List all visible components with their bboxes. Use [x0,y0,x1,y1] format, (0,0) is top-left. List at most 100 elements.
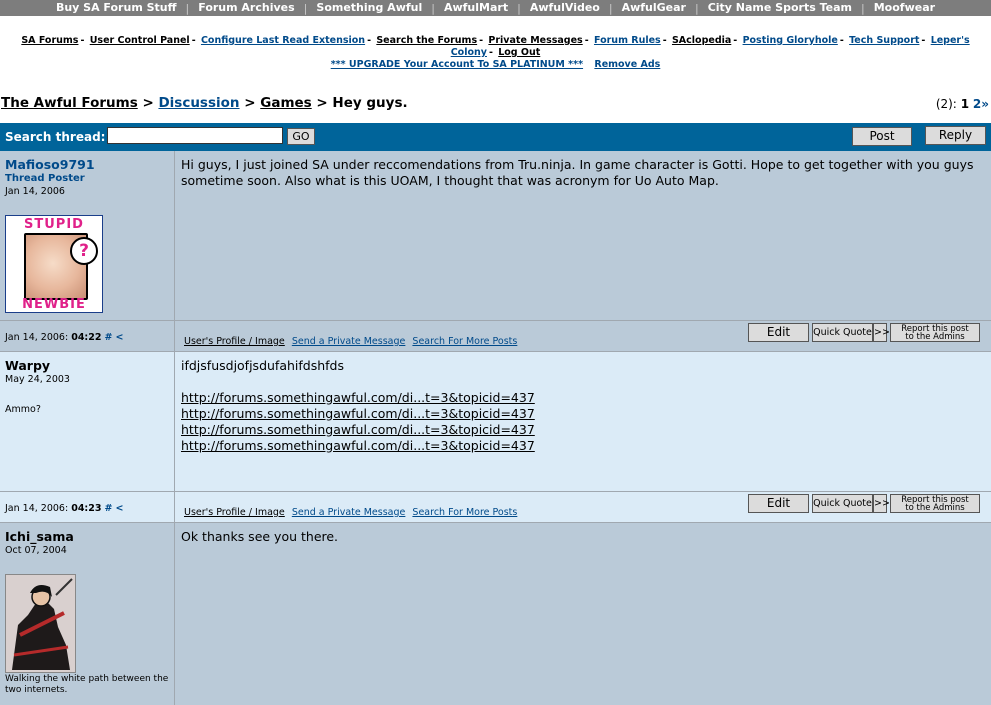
top-nav: Buy SA Forum Stuff | Forum Archives | Some… [0,0,991,16]
search-thread-label: Search thread: [5,130,106,144]
quick-quote-button[interactable]: Quick Quote [812,323,873,342]
post-body: ifdjsfusdjofjsdufahifdshfds http://forum… [181,358,976,454]
subnav-posting-gloryhole[interactable]: Posting Gloryhole [743,35,838,46]
send-pm-link[interactable]: Send a Private Message [292,507,406,518]
breadcrumb-discussion[interactable]: Discussion [158,95,239,111]
report-label-2: to the Admins [905,503,965,513]
breadcrumb-awful-forums[interactable]: The Awful Forums [1,95,138,111]
edit-button[interactable]: Edit [748,494,809,513]
samurai-icon [6,575,75,672]
thread-toolbar: Search thread: GO Post Reply [0,123,991,151]
subnav-upgrade-platinum[interactable]: *** UPGRADE Your Account To SA PLATINUM … [331,59,583,70]
page-2-link[interactable]: 2 [973,97,981,111]
post-date: Jan 14, 2006: 04:23 # < [5,503,123,514]
subnav-sa-forums[interactable]: SA Forums [21,35,78,46]
breadcrumb-sep: > [316,95,328,111]
subnav-user-control-panel[interactable]: User Control Panel [90,35,190,46]
post-time: 04:22 [71,332,102,343]
post-body: Hi guys, I just joined SA under reccomen… [181,157,974,188]
username[interactable]: Ichi_sama [5,529,74,544]
post-link[interactable]: http://forums.somethingawful.com/di...t=… [181,438,976,454]
post-date-text: Jan 14, 2006: [5,503,69,514]
post-body-cell: Ok thanks see you there. [176,523,991,705]
quick-quote-button[interactable]: Quick Quote [812,494,873,513]
nav-something-awful[interactable]: Something Awful [307,1,431,15]
avatar: STUPID ? NEWBIE [5,215,103,313]
post-body-cell: ifdjsfusdjofjsdufahifdshfds http://forum… [176,352,991,492]
search-thread-input[interactable] [107,127,283,144]
post-back-link[interactable]: < [115,332,123,343]
username[interactable]: Mafioso9791 [5,157,95,172]
post-link[interactable]: http://forums.somethingawful.com/di...t=… [181,406,976,422]
thread-title: Hey guys. [332,95,408,111]
post-links: User's Profile / Image Send a Private Me… [184,507,521,518]
page-count: (2): [935,97,957,111]
join-date: Oct 07, 2004 [5,545,67,556]
subnav-private-messages[interactable]: Private Messages [488,35,582,46]
nav-moofwear[interactable]: Moofwear [865,1,944,15]
post-user-cell: Ichi_sama Oct 07, 2004 Walking the white… [0,523,175,705]
pagination: (2): 1 2» [936,97,989,111]
breadcrumb-sep: > [244,95,256,111]
search-more-posts-link[interactable]: Search For More Posts [412,507,517,518]
post: Mafioso9791 Thread Poster Jan 14, 2006 S… [0,151,991,351]
nav-buy-sa-forum-stuff[interactable]: Buy SA Forum Stuff [47,1,186,15]
post-button[interactable]: Post [852,127,912,146]
post-back-link[interactable]: < [115,503,123,514]
subnav-tech-support[interactable]: Tech Support [849,35,919,46]
quote-arrow-button[interactable]: >> [873,323,890,342]
report-label-2: to the Admins [905,332,965,342]
post-time: 04:23 [71,503,102,514]
subnav-remove-ads[interactable]: Remove Ads [594,59,660,70]
user-profile-link[interactable]: User's Profile / Image [184,507,285,518]
nav-city-name-sports-team[interactable]: City Name Sports Team [699,1,861,15]
page-next-link[interactable]: » [981,97,989,111]
quote-arrow-button[interactable]: >> [873,494,890,513]
breadcrumb: The Awful Forums > Discussion > Games > … [1,95,408,111]
page-current: 1 [960,97,970,111]
post-body: Ok thanks see you there. [181,529,339,544]
nav-awfulgear[interactable]: AwfulGear [613,1,695,15]
user-title: Thread Poster [5,173,85,184]
report-post-button[interactable]: Report this post to the Admins [890,494,980,513]
breadcrumb-sep: > [142,95,154,111]
post-permalink[interactable]: # [104,503,112,514]
nav-awfulmart[interactable]: AwfulMart [435,1,517,15]
post-footer: Jan 14, 2006: 04:23 # < User's Profile /… [0,491,991,522]
search-more-posts-link[interactable]: Search For More Posts [412,336,517,347]
user-custom-text: Walking the white path between the two i… [5,674,169,695]
post-link[interactable]: http://forums.somethingawful.com/di...t=… [181,422,976,438]
nav-awfulvideo[interactable]: AwfulVideo [521,1,609,15]
post: Ichi_sama Oct 07, 2004 Walking the white… [0,522,991,705]
report-post-button[interactable]: Report this post to the Admins [890,323,980,342]
post-links: User's Profile / Image Send a Private Me… [184,336,521,347]
send-pm-link[interactable]: Send a Private Message [292,336,406,347]
nav-forum-archives[interactable]: Forum Archives [189,1,303,15]
post-date: Jan 14, 2006: 04:22 # < [5,332,123,343]
subnav-search-forums[interactable]: Search the Forums [376,35,477,46]
subnav-log-out[interactable]: Log Out [498,47,540,58]
subnav-forum-rules[interactable]: Forum Rules [594,35,661,46]
username[interactable]: Warpy [5,358,50,373]
avatar-text-bottom: NEWBIE [22,297,86,312]
breadcrumb-games[interactable]: Games [260,95,311,111]
avatar-text-top: STUPID [24,217,84,232]
user-profile-link[interactable]: User's Profile / Image [184,336,285,347]
post-date-text: Jan 14, 2006: [5,332,69,343]
edit-button[interactable]: Edit [748,323,809,342]
sub-nav: SA Forums - User Control Panel - Configure… [21,35,970,70]
search-go-button[interactable]: GO [287,128,315,145]
user-custom-text: Ammo? [5,404,41,415]
post-body-cell: Hi guys, I just joined SA under reccomen… [176,151,991,321]
subnav-saclopedia[interactable]: SAclopedia [672,35,731,46]
subnav-configure-last-read[interactable]: Configure Last Read Extension [201,35,365,46]
post-text: ifdjsfusdjofjsdufahifdshfds [181,358,345,373]
reply-button[interactable]: Reply [925,126,986,145]
post-permalink[interactable]: # [104,332,112,343]
avatar [5,574,76,673]
question-mark-icon: ? [70,237,98,265]
post-footer: Jan 14, 2006: 04:22 # < User's Profile /… [0,320,991,351]
post: Warpy May 24, 2003 Ammo? ifdjsfusdjofjsd… [0,351,991,523]
join-date: May 24, 2003 [5,374,70,385]
post-link[interactable]: http://forums.somethingawful.com/di...t=… [181,390,976,406]
